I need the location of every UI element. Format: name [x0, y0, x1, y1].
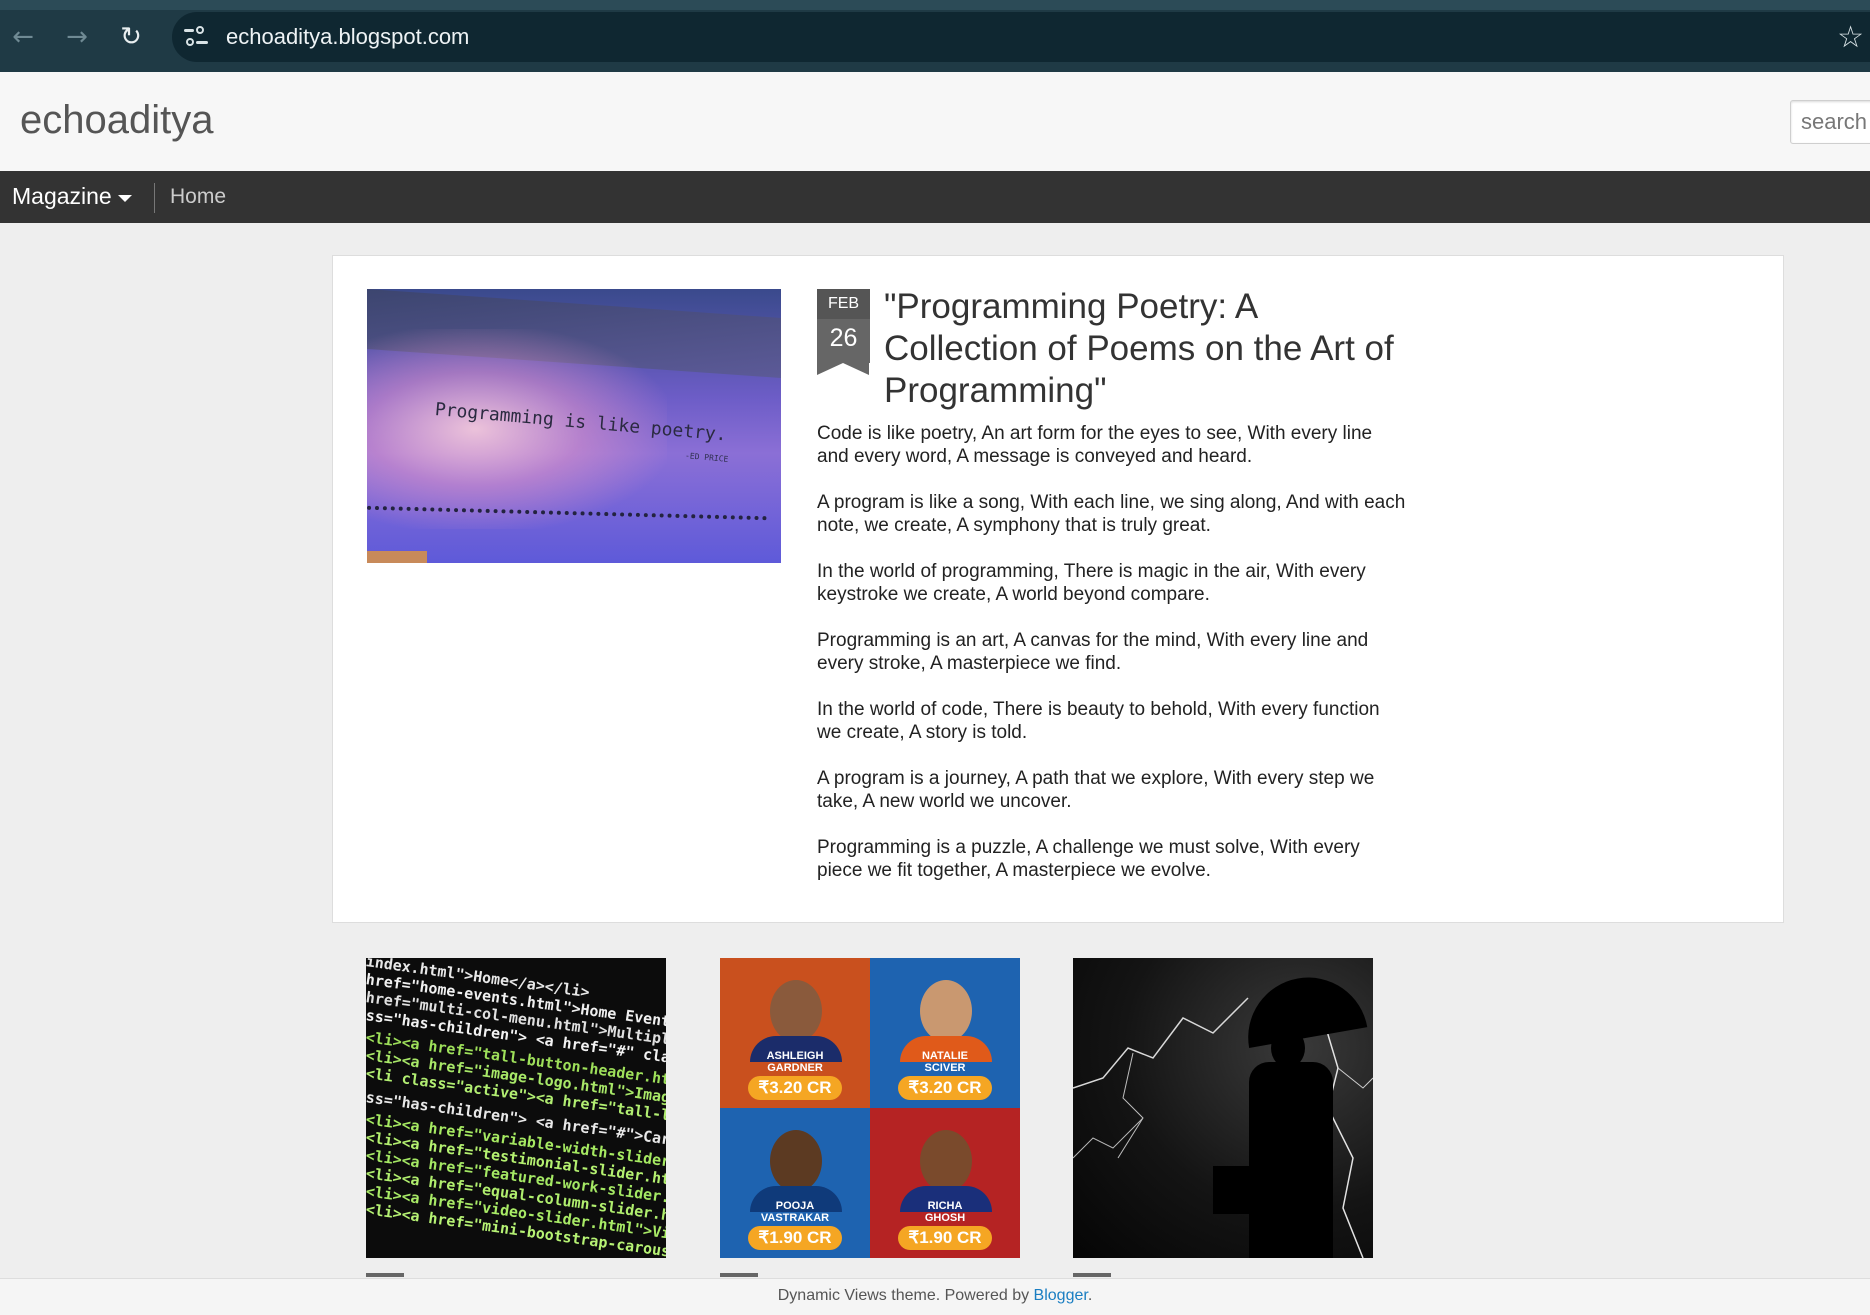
view-selector[interactable]: Magazine — [12, 183, 112, 210]
article-paragraph: Programming is a puzzle, A challenge we … — [817, 837, 1360, 881]
article-paragraph: Programming is an art, A canvas for the … — [817, 630, 1369, 674]
player-card: RICHA GHOSH ₹1.90 CR — [870, 1108, 1020, 1258]
back-arrow-icon[interactable]: ← — [4, 18, 42, 56]
post-thumbnail-code[interactable]: index.html">Home</a></li> href="home-eve… — [366, 958, 666, 1258]
home-link[interactable]: Home — [170, 185, 226, 209]
post-thumbnail-cricket[interactable]: ASHLEIGH GARDNER ₹3.20 CR NATALIE SCIVER ₹… — [720, 958, 1020, 1258]
post-thumbnail-storm[interactable] — [1073, 958, 1373, 1258]
forward-arrow-icon[interactable]: → — [58, 18, 96, 56]
caret-down-icon[interactable] — [118, 195, 132, 202]
player-card: POOJA VASTRAKAR ₹1.90 CR — [720, 1108, 870, 1258]
article-title[interactable]: "Programming Poetry: A Collection of Poe… — [884, 286, 1404, 412]
browser-toolbar: ← → ↻ echoaditya.blogspot.com ☆ — [0, 0, 1870, 72]
article-body: Code is like poetry, An art form for the… — [817, 422, 1407, 905]
view-navbar: Magazine Home — [0, 171, 1870, 223]
article-paragraph: A program is like a song, With each line… — [817, 492, 1406, 536]
article-paragraph: A program is a journey, A path that we e… — [817, 768, 1375, 812]
date-day: 26 — [817, 319, 870, 363]
date-badge: FEB 26 — [817, 289, 870, 379]
thumbnail-date-tab — [366, 1273, 404, 1277]
nav-divider — [154, 183, 155, 213]
article-paragraph: In the world of programming, There is ma… — [817, 561, 1366, 605]
reload-icon[interactable]: ↻ — [112, 18, 150, 56]
footer-period: . — [1087, 1287, 1093, 1304]
player-card: ASHLEIGH GARDNER ₹3.20 CR — [720, 958, 870, 1108]
footer: Dynamic Views theme. Powered by Blogger. — [0, 1278, 1870, 1315]
footer-text: Dynamic Views theme. Powered by — [777, 1287, 1034, 1304]
article-image[interactable]: Programming is like poetry. -ED PRICE — [367, 289, 781, 563]
url-text[interactable]: echoaditya.blogspot.com — [226, 24, 469, 50]
site-info-icon[interactable] — [184, 25, 210, 49]
date-month: FEB — [817, 289, 870, 319]
article-paragraph: In the world of code, There is beauty to… — [817, 699, 1380, 743]
bookmark-star-icon[interactable]: ☆ — [1837, 20, 1864, 55]
player-card: NATALIE SCIVER ₹3.20 CR — [870, 958, 1020, 1108]
featured-article: Programming is like poetry. -ED PRICE FE… — [332, 255, 1784, 923]
article-paragraph: Code is like poetry, An art form for the… — [817, 423, 1373, 467]
blogger-link[interactable]: Blogger — [1034, 1287, 1088, 1304]
blog-title[interactable]: echoaditya — [20, 98, 213, 143]
tab-strip-edge — [0, 0, 1870, 10]
blog-header: echoaditya — [0, 72, 1870, 172]
thumbnail-date-tab — [1073, 1273, 1111, 1277]
search-box[interactable] — [1790, 100, 1870, 144]
address-bar[interactable]: echoaditya.blogspot.com ☆ — [172, 12, 1870, 62]
thumbnail-date-tab — [720, 1273, 758, 1277]
image-quote-author: -ED PRICE — [684, 451, 729, 464]
search-input[interactable] — [1791, 101, 1870, 143]
